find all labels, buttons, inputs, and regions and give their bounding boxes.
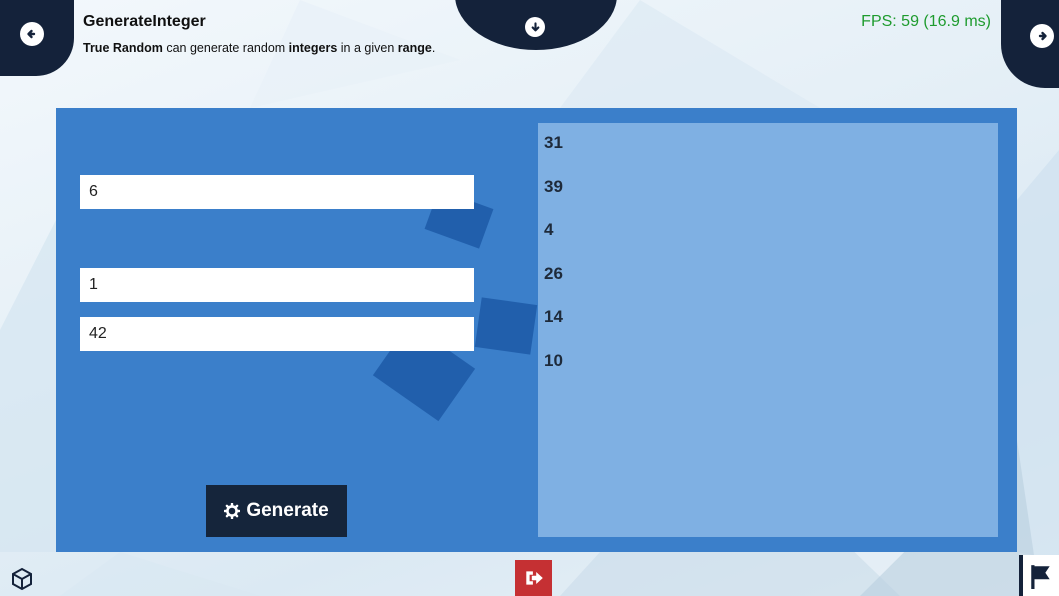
arrow-right-circle-icon bbox=[1038, 31, 1047, 41]
arrow-left-circle-icon bbox=[27, 29, 36, 39]
result-item: 14 bbox=[544, 307, 563, 326]
generate-button-label: Generate bbox=[246, 500, 329, 521]
max-input[interactable] bbox=[80, 317, 474, 351]
page-title: GenerateInteger bbox=[83, 13, 206, 30]
min-input[interactable] bbox=[80, 268, 474, 302]
exit-icon bbox=[525, 571, 543, 585]
result-item: 4 bbox=[544, 220, 554, 239]
decorative-cube bbox=[474, 297, 538, 355]
count-input[interactable] bbox=[80, 175, 474, 209]
prev-button[interactable] bbox=[20, 22, 44, 46]
main-panel: Generate 31 39 4 26 14 10 bbox=[56, 108, 1017, 552]
exit-button[interactable] bbox=[515, 560, 552, 596]
generate-button[interactable]: Generate bbox=[206, 485, 347, 537]
page-description: True Random can generate random integers… bbox=[83, 41, 436, 55]
gear-icon bbox=[224, 503, 241, 519]
arrow-down-circle-icon bbox=[531, 21, 539, 31]
result-item: 39 bbox=[544, 176, 563, 196]
unity-logo-icon bbox=[12, 567, 32, 591]
flag-button[interactable] bbox=[1019, 555, 1059, 596]
fps-counter: FPS: 59 (16.9 ms) bbox=[861, 13, 991, 30]
result-item: 26 bbox=[544, 263, 563, 283]
unity-button[interactable] bbox=[10, 567, 34, 591]
toggle-button[interactable] bbox=[525, 17, 545, 37]
next-button[interactable] bbox=[1030, 24, 1054, 48]
flag-icon bbox=[1031, 564, 1050, 589]
result-item: 31 bbox=[544, 133, 563, 152]
result-item: 10 bbox=[544, 350, 563, 370]
results-list[interactable]: 31 39 4 26 14 10 bbox=[538, 123, 998, 537]
